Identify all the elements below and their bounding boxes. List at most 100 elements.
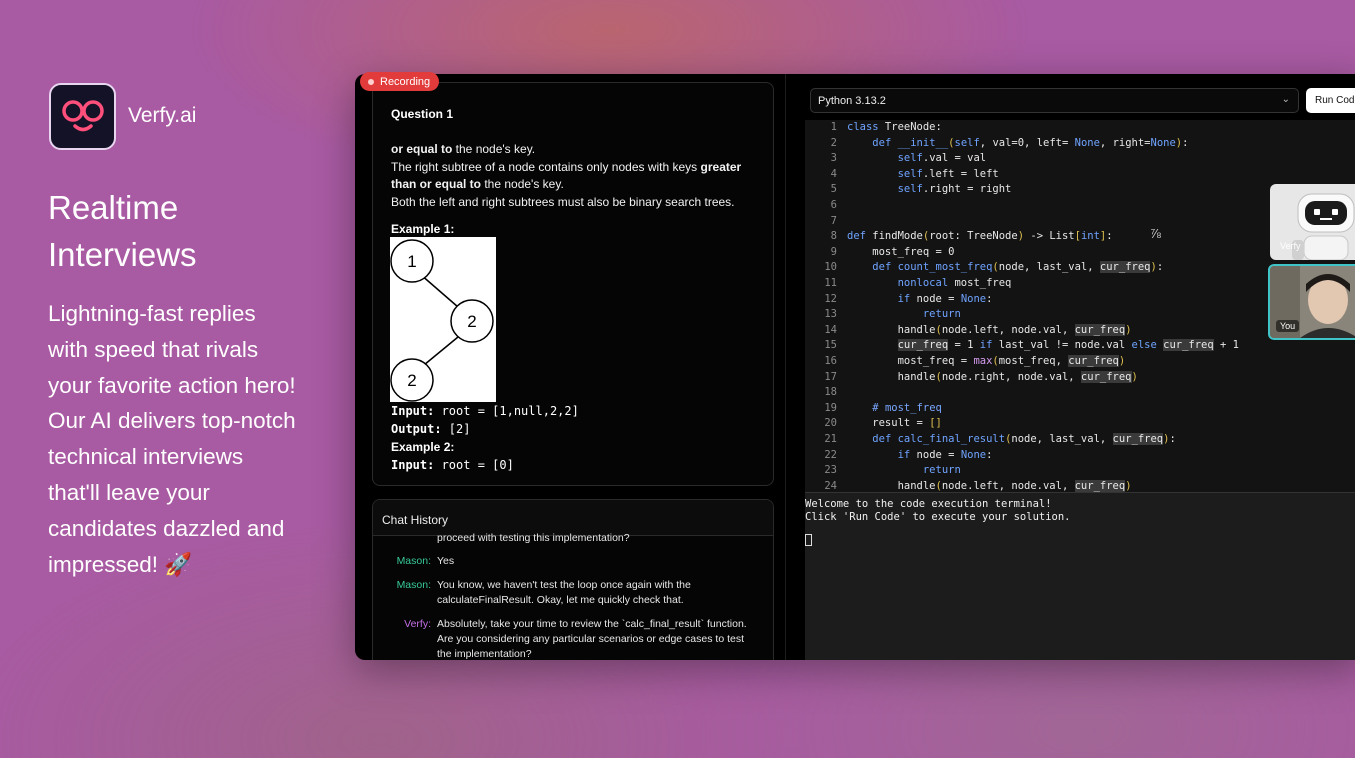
line-number: 10 [824, 261, 837, 274]
code-line: 5 self.right = right [805, 182, 1012, 198]
chat-message: Verfy: Absolutely, take your time to rev… [373, 617, 773, 660]
language-select[interactable]: Python 3.13.2 ⌄ [810, 88, 1299, 113]
terminal-line: Welcome to the code execution terminal! [805, 498, 1052, 510]
text-cursor-icon: ⅞ [1150, 226, 1161, 241]
input-value: root = [1,null,2,2] [434, 404, 579, 418]
tree-node-label: 2 [407, 371, 416, 390]
question-text-span: Both the left and right subtrees must al… [391, 194, 735, 209]
code-line: 12 if node = None: [805, 292, 992, 308]
chat-text: Absolutely, take your time to review the… [437, 618, 747, 660]
recording-badge: Recording [360, 72, 440, 91]
chat-message: Mason: Yes [373, 554, 773, 569]
code-line: 2 def __init__(self, val=0, left= None, … [805, 136, 1189, 152]
binary-tree-svg: 1 2 2 [390, 239, 494, 402]
line-number: 12 [824, 292, 837, 305]
chat-history-panel[interactable]: Chat History proceed with testing this i… [372, 499, 774, 660]
chat-text: proceed with testing this implementation… [437, 532, 630, 544]
line-number: 6 [830, 199, 837, 211]
code-line: 13 return [805, 307, 960, 323]
example-1-output: Output: [2] [391, 422, 470, 436]
tagline-line: your favorite action hero! [48, 372, 296, 398]
tagline-line: impressed! 🚀 [48, 551, 193, 577]
terminal-cursor [805, 534, 812, 546]
line-number: 8 [830, 230, 837, 243]
output-key: Output: [391, 422, 442, 436]
line-number: 14 [824, 323, 837, 336]
input-value: root = [0] [434, 458, 514, 472]
recording-dot-icon [368, 78, 374, 85]
code-line: 16 most_freq = max(most_freq, cur_freq) [805, 354, 1125, 370]
headline-line: Interviews [48, 236, 197, 273]
input-key: Input: [391, 404, 435, 418]
tagline-line: Our AI delivers top-notch [48, 408, 296, 434]
execution-terminal[interactable]: Welcome to the code execution terminal! … [805, 492, 1355, 660]
run-code-button[interactable]: Run Code [1306, 88, 1355, 113]
line-number: 22 [824, 448, 837, 461]
code-line: 10 def count_most_freq(node, last_val, c… [805, 260, 1163, 276]
line-number: 1 [830, 121, 837, 133]
code-line: 1 class TreeNode: [805, 120, 942, 136]
chat-message: Mason: You know, we haven't test the loo… [373, 578, 773, 608]
code-line: 17 handle(node.right, node.val, cur_freq… [805, 370, 1138, 386]
output-value: [2] [441, 422, 471, 436]
example-1-label: Example 1: [391, 222, 455, 236]
code-line: 19 # most_freq [805, 401, 942, 417]
chat-message-list[interactable]: proceed with testing this implementation… [373, 532, 773, 660]
tagline: Lightning-fast replies with speed that r… [48, 296, 338, 582]
chat-text: Yes [437, 555, 455, 567]
line-number: 20 [824, 417, 837, 430]
line-number: 17 [824, 370, 837, 383]
language-value: Python 3.13.2 [818, 95, 886, 107]
panel-divider [785, 74, 786, 660]
ai-video-label: Verfy [1280, 241, 1301, 251]
chat-sender: Verfy: [404, 618, 431, 630]
code-line: 4 self.left = left [805, 167, 999, 183]
tree-node-label: 1 [407, 252, 416, 271]
example-2-label: Example 2: [391, 440, 455, 454]
question-text-bold: or equal to [391, 142, 453, 156]
line-number: 24 [824, 479, 837, 492]
logo-face-icon [61, 99, 104, 131]
tree-node-label: 2 [467, 312, 476, 331]
question-text-span: the node's key. [481, 177, 564, 192]
tagline-line: with speed that rivals [48, 336, 259, 362]
line-number: 7 [830, 214, 837, 227]
tagline-line: that'll leave your [48, 479, 210, 505]
ai-video-tile: Verfy [1270, 184, 1355, 260]
code-line: 7 [805, 214, 847, 230]
chat-message-partial: proceed with testing this implementation… [373, 531, 773, 546]
code-line: 9 most_freq = 0 [805, 245, 955, 261]
tree-diagram: 1 2 2 [390, 237, 496, 402]
input-key: Input: [391, 458, 435, 472]
terminal-line: Click 'Run Code' to execute your solutio… [805, 511, 1071, 523]
code-line: 8 def findMode(root: TreeNode) -> List[in… [805, 229, 1113, 245]
question-text-span: the node's key. [452, 142, 536, 156]
chevron-down-icon: ⌄ [1281, 94, 1290, 105]
code-line: 22 if node = None: [805, 448, 992, 464]
chat-sender-empty [373, 531, 437, 546]
recording-label: Recording [380, 75, 431, 88]
code-line: 15 cur_freq = 1 if last_val != node.val … [805, 338, 1239, 354]
line-number: 9 [830, 245, 837, 258]
tagline-line: candidates dazzled and [48, 515, 285, 541]
code-line: 23 return [805, 463, 960, 479]
line-number: 5 [830, 183, 837, 196]
line-number: 19 [824, 401, 837, 414]
example-1-input: Input: root = [1,null,2,2] [391, 404, 579, 418]
example-2-input: Input: root = [0] [391, 458, 514, 472]
code-line: 20 result = [] [805, 416, 942, 432]
app-logo [49, 83, 116, 150]
line-number: 13 [824, 308, 837, 321]
line-number: 18 [824, 386, 837, 399]
line-number: 4 [830, 167, 837, 180]
line-number: 23 [824, 464, 837, 477]
line-number: 16 [824, 355, 837, 367]
line-number: 11 [824, 277, 837, 289]
user-video-tile: You [1268, 264, 1355, 340]
question-title: Question 1 [391, 107, 454, 121]
code-line: 18 [805, 385, 847, 401]
code-line: 14 handle(node.left, node.val, cur_freq) [805, 323, 1132, 339]
tagline-line: Lightning-fast replies [48, 301, 256, 326]
code-line: 24 handle(node.left, node.val, cur_freq) [805, 479, 1132, 492]
question-panel[interactable]: Question 1 or equal to the node's key. T… [372, 82, 774, 486]
